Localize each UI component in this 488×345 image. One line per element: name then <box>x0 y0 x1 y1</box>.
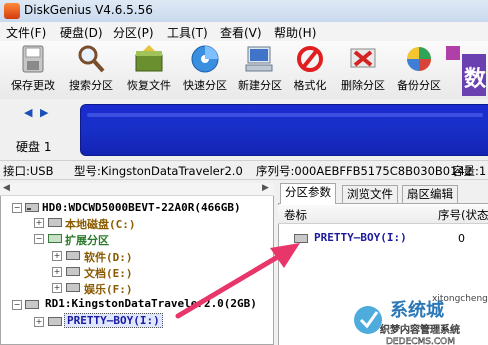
new-partition-icon <box>245 46 273 72</box>
interface-info: 接口:USB <box>3 164 54 178</box>
watermark-sub1: 织梦内容管理系统 <box>380 323 460 336</box>
tree-pretty-boy-i[interactable]: PRETTY—BOY(I:) <box>64 313 163 328</box>
partition-icon <box>48 218 62 227</box>
usb-disk-icon <box>25 300 39 309</box>
search-partition-button[interactable]: 搜索分区 <box>62 43 120 97</box>
partition-table-header: 卷标 序号(状态 <box>278 205 488 224</box>
partition-icon <box>66 251 80 260</box>
tree-docs-e[interactable]: 文档(E:) <box>84 265 133 281</box>
delete-partition-label: 删除分区 <box>341 79 385 92</box>
tree-software-d[interactable]: 软件(D:) <box>84 249 133 265</box>
save-icon <box>22 45 44 73</box>
partition-icon <box>294 234 308 243</box>
delete-partition-button[interactable]: 删除分区 <box>334 43 392 97</box>
menu-view[interactable]: 查看(V) <box>220 24 262 41</box>
disk-label: 硬盘 1 <box>16 140 52 154</box>
backup-partition-button[interactable]: 备份分区 <box>390 43 448 97</box>
partition-map-bar[interactable] <box>80 104 488 156</box>
next-disk-icon[interactable]: ▶ <box>40 106 48 119</box>
format-icon <box>297 46 323 72</box>
tab-partition-params[interactable]: 分区参数 <box>280 183 336 204</box>
search-partition-label: 搜索分区 <box>69 79 113 92</box>
disk-info-bar: 接口:USB 型号:KingstonDataTraveler2.0 序列号:00… <box>0 160 488 180</box>
expand-extended-icon[interactable]: − <box>34 234 44 244</box>
save-changes-label: 保存更改 <box>11 79 55 92</box>
brand-logo: 数 <box>444 44 488 98</box>
row-seq: 0 <box>458 232 465 245</box>
row-volume-label: PRETTY—BOY(I:) <box>314 231 407 244</box>
quick-partition-icon <box>191 45 219 73</box>
tree-fun-f[interactable]: 娱乐(F:) <box>84 281 133 297</box>
serial-info: 序列号:000AEBFFB5175C8B030B0142 <box>256 164 473 178</box>
tree-rd1[interactable]: RD1:KingstonDataTraveler2.0(2GB) <box>45 297 257 310</box>
tab-sector-edit[interactable]: 扇区编辑 <box>402 185 458 203</box>
menu-tools[interactable]: 工具(T) <box>167 24 208 41</box>
toolbar: 保存更改 搜索分区 恢复文件 快速分区 新建分区 格式化 删除分区 备份分区 数 <box>0 41 488 100</box>
title-bar: DiskGenius V4.6.5.56 <box>0 0 488 23</box>
watermark-sub2: DEDECMS.COM <box>386 337 455 345</box>
table-row[interactable]: PRETTY—BOY(I:) 0 <box>278 230 488 246</box>
quick-partition-label: 快速分区 <box>183 79 227 92</box>
watermark-logo: xitongcheng.com 系统城 织梦内容管理系统 DEDECMS.COM <box>354 294 488 345</box>
tree-local-c[interactable]: 本地磁盘(C:) <box>65 216 136 232</box>
partition-icon <box>48 317 62 326</box>
details-tabs: 分区参数 浏览文件 扇区编辑 <box>278 183 488 204</box>
expand-hd0-icon[interactable]: − <box>12 203 22 213</box>
partition-map-highlight <box>87 113 483 117</box>
tree-scrollbar[interactable]: ◀ ▶ <box>0 183 274 196</box>
brand-char: 数 <box>464 66 487 92</box>
quick-partition-button[interactable]: 快速分区 <box>176 43 234 97</box>
capacity-info: 容量:1 <box>452 164 487 178</box>
menu-partition[interactable]: 分区(P) <box>113 24 154 41</box>
model-info: 型号:KingstonDataTraveler2.0 <box>74 164 243 178</box>
scroll-left-icon[interactable]: ◀ <box>3 183 10 193</box>
expand-software-icon[interactable]: + <box>52 251 62 261</box>
col-seq-status[interactable]: 序号(状态 <box>438 207 488 223</box>
recover-files-label: 恢复文件 <box>127 79 171 92</box>
recover-files-button[interactable]: 恢复文件 <box>120 43 178 97</box>
tree-hd0[interactable]: HD0:WDCWD5000BEVT-22A0R(466GB) <box>42 201 241 214</box>
search-icon <box>78 45 105 73</box>
format-button[interactable]: 格式化 <box>287 43 333 97</box>
hard-disk-icon <box>25 203 39 212</box>
window-title: DiskGenius V4.6.5.56 <box>24 3 153 17</box>
backup-partition-label: 备份分区 <box>397 79 441 92</box>
expand-docs-icon[interactable]: + <box>52 267 62 277</box>
expand-rd1-icon[interactable]: − <box>12 300 22 310</box>
scroll-right-icon[interactable]: ▶ <box>262 183 269 193</box>
tab-browse-files[interactable]: 浏览文件 <box>342 185 398 203</box>
prev-disk-icon[interactable]: ◀ <box>24 106 32 119</box>
delete-icon <box>350 48 376 68</box>
app-icon <box>4 3 20 19</box>
expand-fun-icon[interactable]: + <box>52 283 62 293</box>
col-volume-label[interactable]: 卷标 <box>284 207 307 223</box>
menu-file[interactable]: 文件(F) <box>6 24 46 41</box>
menu-help[interactable]: 帮助(H) <box>274 24 316 41</box>
save-changes-button[interactable]: 保存更改 <box>4 43 62 97</box>
extended-partition-icon <box>48 234 62 243</box>
partition-icon <box>66 267 80 276</box>
menu-bar: 文件(F) 硬盘(D) 分区(P) 工具(T) 查看(V) 帮助(H) <box>0 22 488 42</box>
expand-local-icon[interactable]: + <box>34 218 44 228</box>
brand-logo-icon: 数 <box>446 46 487 96</box>
disk-nav-arrows[interactable]: ◀ ▶ <box>24 106 48 119</box>
watermark-mid: 系统城 <box>390 299 444 321</box>
backup-icon <box>407 47 431 71</box>
tree-extended[interactable]: 扩展分区 <box>65 232 109 248</box>
recover-icon <box>135 45 163 72</box>
expand-pretty-icon[interactable]: + <box>34 317 44 327</box>
format-label: 格式化 <box>293 79 327 92</box>
partition-icon <box>66 283 80 292</box>
menu-disk[interactable]: 硬盘(D) <box>60 24 103 41</box>
new-partition-label: 新建分区 <box>238 79 282 92</box>
new-partition-button[interactable]: 新建分区 <box>231 43 289 97</box>
